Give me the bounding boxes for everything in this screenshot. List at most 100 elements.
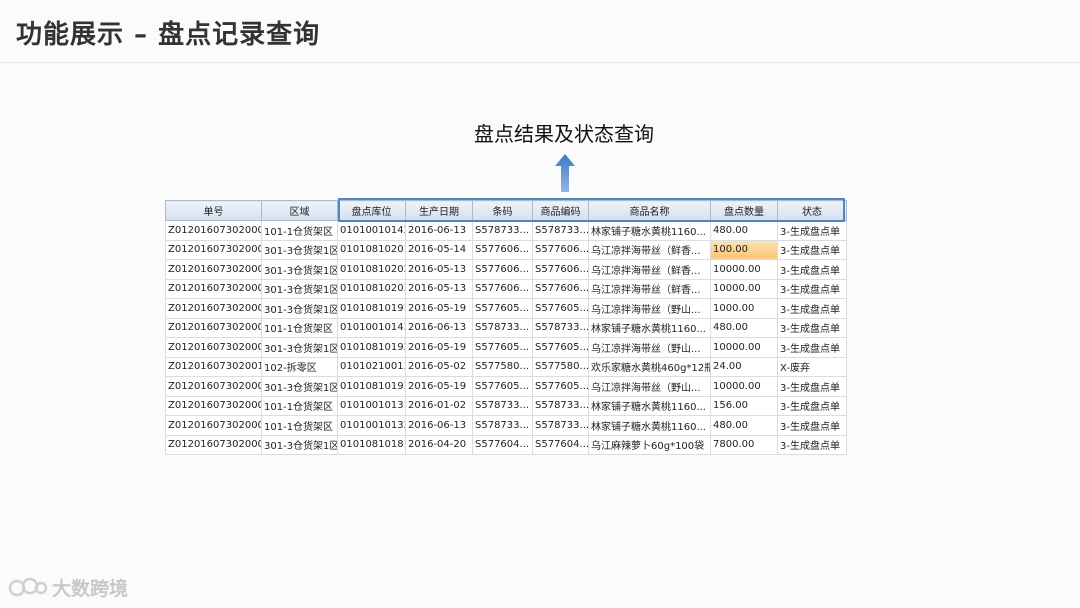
table-cell[interactable]: 2016-06-13 xyxy=(405,220,473,241)
table-cell[interactable]: S577606... xyxy=(472,259,533,280)
table-cell[interactable]: 10000.00 xyxy=(710,278,778,299)
table-cell[interactable]: 101-1仓货架区 xyxy=(261,395,338,416)
table-row[interactable]: Z0120160730200​0...101-1仓货架区010100101322… xyxy=(165,415,847,436)
column-header[interactable]: 条码 xyxy=(472,200,533,221)
table-cell[interactable]: 156.00 xyxy=(710,395,778,416)
table-cell[interactable]: Z0120160730200​0... xyxy=(165,298,262,319)
table-cell[interactable]: 301-3仓货架1区 xyxy=(261,278,338,299)
table-cell[interactable]: Z0120160730200​0... xyxy=(165,395,262,416)
table-cell[interactable]: 3-生成盘点单 xyxy=(777,434,847,455)
table-cell[interactable]: 01010810191 xyxy=(337,298,406,319)
table-cell[interactable]: 林家铺子糖水黄桃1160... xyxy=(588,220,711,241)
table-cell[interactable]: 1000.00 xyxy=(710,298,778,319)
table-cell[interactable]: 01010010143 xyxy=(337,317,406,338)
table-cell[interactable]: 2016-05-19 xyxy=(405,298,473,319)
table-cell[interactable]: S577580... xyxy=(472,356,533,377)
table-cell[interactable]: 2016-06-13 xyxy=(405,415,473,436)
table-cell[interactable]: Z0120160730200​0... xyxy=(165,239,262,260)
table-row[interactable]: Z0120160730200​0...301-3仓货架1区01010810201… xyxy=(165,239,847,260)
column-header[interactable]: 商品编码 xyxy=(532,200,589,221)
table-cell[interactable]: 10000.00 xyxy=(710,337,778,358)
table-cell[interactable]: 2016-05-19 xyxy=(405,337,473,358)
table-cell[interactable]: S578733... xyxy=(532,220,589,241)
table-cell[interactable]: 100.00 xyxy=(710,239,778,260)
table-row[interactable]: Z0120160730200​0...301-3仓货架1区01010810202… xyxy=(165,259,847,280)
table-cell[interactable]: 3-生成盘点单 xyxy=(777,239,847,260)
table-row[interactable]: Z0120160730200​1...102-拆零区01010210013201… xyxy=(165,356,847,377)
table-cell[interactable]: 3-生成盘点单 xyxy=(777,317,847,338)
table-cell[interactable]: S578733... xyxy=(532,395,589,416)
column-header[interactable]: 商品名称 xyxy=(588,200,711,221)
table-cell[interactable]: X-废弃 xyxy=(777,356,847,377)
table-cell[interactable]: 01010810203 xyxy=(337,278,406,299)
column-header[interactable]: 盘点数量 xyxy=(710,200,778,221)
table-cell[interactable]: 301-3仓货架1区 xyxy=(261,434,338,455)
table-cell[interactable]: 2016-05-13 xyxy=(405,278,473,299)
table-cell[interactable]: 24.00 xyxy=(710,356,778,377)
table-cell[interactable]: 林家铺子糖水黄桃1160... xyxy=(588,395,711,416)
table-cell[interactable]: 480.00 xyxy=(710,317,778,338)
table-cell[interactable]: 301-3仓货架1区 xyxy=(261,239,338,260)
table-cell[interactable]: 乌江麻辣萝卜60g*100袋 xyxy=(588,434,711,455)
table-cell[interactable]: 2016-05-13 xyxy=(405,259,473,280)
table-cell[interactable]: S578733... xyxy=(472,415,533,436)
table-cell[interactable]: 2016-05-19 xyxy=(405,376,473,397)
table-cell[interactable]: 乌江凉拌海带丝（野山... xyxy=(588,376,711,397)
column-header[interactable]: 单号 xyxy=(165,200,262,221)
table-cell[interactable]: 301-3仓货架1区 xyxy=(261,259,338,280)
table-cell[interactable]: S578733... xyxy=(532,317,589,338)
table-cell[interactable]: 480.00 xyxy=(710,415,778,436)
table-cell[interactable]: 01010810201 xyxy=(337,239,406,260)
table-cell[interactable]: S577580... xyxy=(532,356,589,377)
table-cell[interactable]: S578733... xyxy=(472,317,533,338)
table-cell[interactable]: Z0120160730200​1... xyxy=(165,356,262,377)
table-cell[interactable]: S577605... xyxy=(472,298,533,319)
table-cell[interactable]: S577606... xyxy=(532,278,589,299)
table-cell[interactable]: S577605... xyxy=(532,376,589,397)
table-cell[interactable]: Z0120160730200​0... xyxy=(165,415,262,436)
table-cell[interactable]: 101-1仓货架区 xyxy=(261,317,338,338)
table-cell[interactable]: 乌江凉拌海带丝（野山... xyxy=(588,298,711,319)
table-cell[interactable]: 301-3仓货架1区 xyxy=(261,337,338,358)
table-cell[interactable]: 01010810202 xyxy=(337,259,406,280)
table-cell[interactable]: 101-1仓货架区 xyxy=(261,220,338,241)
table-row[interactable]: Z0120160730200​0...301-3仓货架1区01010810191… xyxy=(165,298,847,319)
table-cell[interactable]: 3-生成盘点单 xyxy=(777,395,847,416)
table-cell[interactable]: 01010810193 xyxy=(337,376,406,397)
table-cell[interactable]: 林家铺子糖水黄桃1160... xyxy=(588,317,711,338)
table-cell[interactable]: Z0120160730200​0... xyxy=(165,317,262,338)
table-cell[interactable]: 2016-04-20 xyxy=(405,434,473,455)
table-row[interactable]: Z0120160730200​0...101-1仓货架区010100101432… xyxy=(165,317,847,338)
column-header[interactable]: 区域 xyxy=(261,200,338,221)
table-cell[interactable]: S578733... xyxy=(532,415,589,436)
table-cell[interactable]: 102-拆零区 xyxy=(261,356,338,377)
table-cell[interactable]: 01010810192 xyxy=(337,337,406,358)
table-row[interactable]: Z0120160730200​0...101-1仓货架区010100101422… xyxy=(165,220,847,241)
table-cell[interactable]: 301-3仓货架1区 xyxy=(261,298,338,319)
table-cell[interactable]: S577605... xyxy=(472,376,533,397)
table-cell[interactable]: 乌江凉拌海带丝（野山... xyxy=(588,337,711,358)
table-cell[interactable]: 01010810181 xyxy=(337,434,406,455)
table-cell[interactable]: 01010010131 xyxy=(337,395,406,416)
table-cell[interactable]: 2016-05-02 xyxy=(405,356,473,377)
table-cell[interactable]: 乌江凉拌海带丝（鲜香... xyxy=(588,278,711,299)
table-cell[interactable]: 2016-06-13 xyxy=(405,317,473,338)
table-cell[interactable]: S577605... xyxy=(472,337,533,358)
table-cell[interactable]: 3-生成盘点单 xyxy=(777,415,847,436)
table-cell[interactable]: S577605... xyxy=(532,298,589,319)
table-cell[interactable]: Z0120160730200​0... xyxy=(165,220,262,241)
table-cell[interactable]: S578733... xyxy=(472,220,533,241)
table-cell[interactable]: 乌江凉拌海带丝（鲜香... xyxy=(588,259,711,280)
table-row[interactable]: Z0120160730200​0...301-3仓货架1区01010810193… xyxy=(165,376,847,397)
table-cell[interactable]: 301-3仓货架1区 xyxy=(261,376,338,397)
table-cell[interactable]: S577606... xyxy=(532,259,589,280)
table-cell[interactable]: 2016-05-14 xyxy=(405,239,473,260)
table-cell[interactable]: 7800.00 xyxy=(710,434,778,455)
table-row[interactable]: Z0120160730200​0...301-3仓货架1区01010810203… xyxy=(165,278,847,299)
table-cell[interactable]: 480.00 xyxy=(710,220,778,241)
table-cell[interactable]: S577606... xyxy=(472,278,533,299)
table-cell[interactable]: S578733... xyxy=(472,395,533,416)
column-header[interactable]: 生产日期 xyxy=(405,200,473,221)
table-row[interactable]: Z0120160730200​0...301-3仓货架1区01010810192… xyxy=(165,337,847,358)
table-cell[interactable]: 欢乐家糖水黄桃460g*12瓶 xyxy=(588,356,711,377)
